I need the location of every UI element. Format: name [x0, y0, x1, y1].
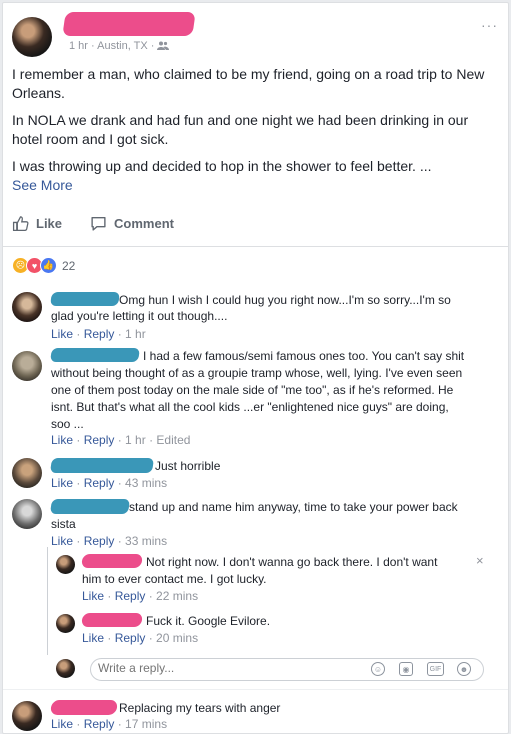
reply-time: 22 mins: [156, 589, 199, 603]
commenter-name-redacted: [49, 499, 131, 514]
comment-reply-link[interactable]: Reply: [84, 433, 115, 447]
comment-reply-link[interactable]: Reply: [84, 534, 115, 548]
comment-meta: Like · Reply · 33 mins: [51, 534, 168, 548]
comment-edited[interactable]: Edited: [156, 433, 190, 447]
like-reaction-icon: 👍: [40, 257, 57, 274]
comment-text: soo ...: [51, 417, 84, 431]
close-icon[interactable]: ×: [476, 553, 484, 568]
replier-name-redacted: [81, 554, 143, 568]
see-more-link[interactable]: See More: [12, 177, 73, 193]
more-options-icon[interactable]: ···: [481, 17, 498, 33]
reaction-count: 22: [62, 258, 76, 273]
comment-time: 1 hr: [125, 433, 146, 447]
commenter-name-redacted: [49, 458, 155, 473]
reply-reply-link[interactable]: Reply: [115, 631, 146, 645]
like-icon: [12, 216, 29, 232]
comment-meta: Like · Reply · 17 mins: [51, 717, 168, 731]
comment-text: without being thought of as a groupie tr…: [51, 366, 463, 380]
comment-text: Omg hun I wish I could hug you right now…: [119, 293, 451, 307]
like-label: Like: [36, 216, 63, 231]
emoji-icon[interactable]: ☺: [371, 662, 385, 676]
reply-text: Fuck it. Google Evilore.: [146, 614, 271, 628]
comment-text: glad you're letting it out though....: [51, 309, 228, 323]
reply-time: 20 mins: [156, 631, 199, 645]
camera-icon[interactable]: ◉: [399, 662, 413, 676]
divider: [3, 689, 508, 690]
comment-reply-link[interactable]: Reply: [84, 327, 115, 341]
reply-like-link[interactable]: Like: [82, 631, 104, 645]
post-paragraph: I was throwing up and decided to hop in …: [12, 158, 432, 193]
post-meta: 1 hr · Austin, TX ·: [69, 40, 170, 52]
post-actions: Like Comment: [12, 215, 174, 232]
replier-name-redacted: [81, 613, 143, 627]
replier-avatar[interactable]: [56, 555, 75, 574]
commenter-name-redacted: [49, 700, 119, 715]
comment-text: sista: [51, 517, 76, 531]
comment-time: 1 hr: [125, 327, 146, 341]
like-button[interactable]: Like: [12, 215, 62, 232]
post-body: I remember a man, who claimed to be my f…: [12, 65, 496, 195]
comment-meta: Like · Reply · 43 mins: [51, 476, 168, 490]
comment-like-link[interactable]: Like: [51, 476, 73, 490]
comment-icon: [91, 216, 106, 231]
commenter-avatar[interactable]: [12, 499, 42, 529]
comment-time: 43 mins: [125, 476, 168, 490]
comment-like-link[interactable]: Like: [51, 534, 73, 548]
comment-meta: Like · Reply · 1 hr · Edited: [51, 433, 191, 447]
comment-reply-link[interactable]: Reply: [84, 717, 115, 731]
reply-thread-line: [47, 547, 48, 655]
post-paragraph: I remember a man, who claimed to be my f…: [12, 66, 485, 101]
replier-avatar[interactable]: [56, 614, 75, 633]
post-paragraph: In NOLA we drank and had fun and one nig…: [12, 112, 469, 147]
reply-input[interactable]: [98, 661, 298, 675]
post-card: 1 hr · Austin, TX · ··· I remember a man…: [2, 2, 509, 734]
comment-label: Comment: [114, 216, 174, 231]
current-user-avatar: [56, 659, 75, 678]
comment-button[interactable]: Comment: [90, 215, 174, 232]
comment-text: Replacing my tears with anger: [119, 701, 281, 715]
comment-like-link[interactable]: Like: [51, 717, 73, 731]
commenter-name-redacted: [50, 292, 120, 306]
author-name-redacted: [62, 12, 196, 36]
comment-time: 17 mins: [125, 717, 168, 731]
comment-meta: Like · Reply · 1 hr: [51, 327, 146, 341]
comment-text: Just horrible: [155, 459, 221, 473]
reply-text: Not right now. I don't wanna go back the…: [146, 555, 438, 569]
friends-audience-icon[interactable]: [157, 41, 170, 50]
commenter-avatar[interactable]: [12, 701, 42, 731]
reactions-summary[interactable]: ☹ ♥ 👍 22: [12, 257, 75, 274]
comment-like-link[interactable]: Like: [51, 433, 73, 447]
comment-text: stand up and name him anyway, time to ta…: [129, 500, 458, 514]
commenter-avatar[interactable]: [12, 458, 42, 488]
comment-text: one of them post today on the male side …: [51, 383, 454, 397]
comment-time: 33 mins: [125, 534, 168, 548]
reply-like-link[interactable]: Like: [82, 589, 104, 603]
reply-text: him to ever contact me. I got lucky.: [82, 572, 267, 586]
divider: [3, 246, 508, 247]
author-avatar[interactable]: [12, 17, 52, 57]
comment-text: I had a few famous/semi famous ones too.…: [143, 349, 465, 363]
reply-meta: Like · Reply · 20 mins: [82, 631, 199, 645]
gif-icon[interactable]: GIF: [427, 662, 444, 676]
reply-box: ☺ ◉ GIF ☻: [90, 658, 484, 681]
comment-like-link[interactable]: Like: [51, 327, 73, 341]
commenter-avatar[interactable]: [12, 292, 42, 322]
comment-text: isnt. But that's what all the cool kids …: [51, 400, 449, 414]
sticker-icon[interactable]: ☻: [457, 662, 471, 676]
commenter-avatar[interactable]: [12, 351, 42, 381]
reply-reply-link[interactable]: Reply: [115, 589, 146, 603]
reply-meta: Like · Reply · 22 mins: [82, 589, 199, 603]
comment-reply-link[interactable]: Reply: [84, 476, 115, 490]
commenter-name-redacted: [50, 348, 140, 362]
